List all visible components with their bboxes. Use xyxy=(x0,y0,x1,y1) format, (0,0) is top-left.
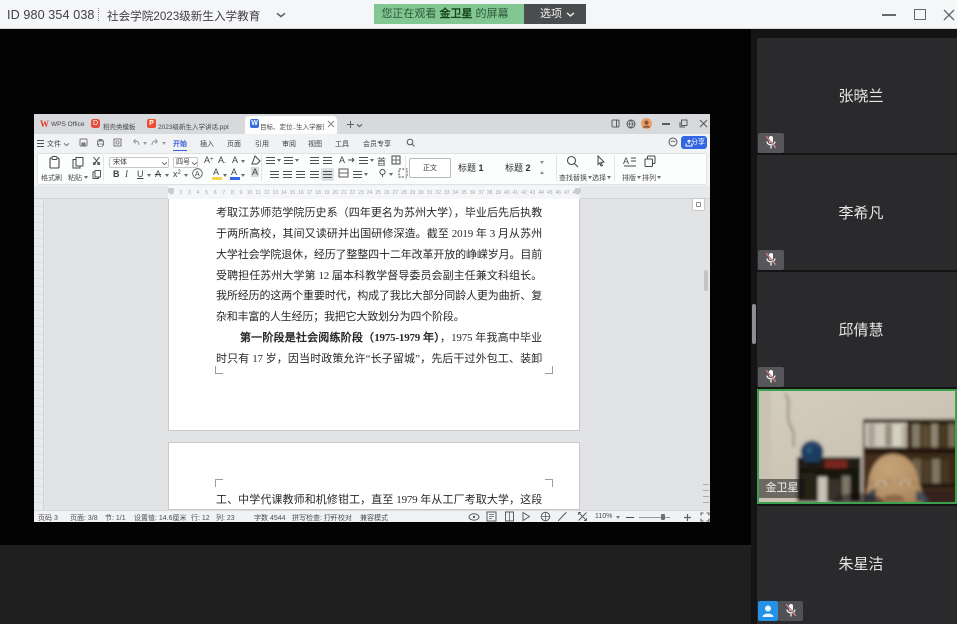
svg-text:A: A xyxy=(623,156,629,166)
svg-text:A: A xyxy=(195,171,200,178)
